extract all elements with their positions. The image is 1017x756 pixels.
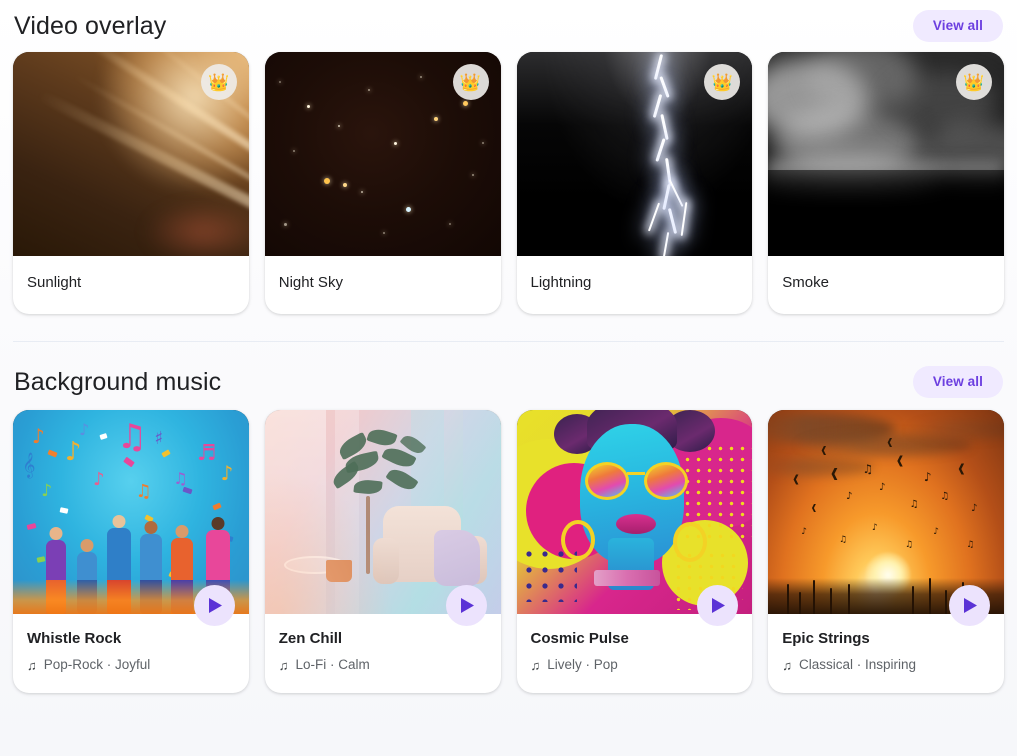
card-subtitle: ♫ Lively · Pop bbox=[531, 657, 739, 673]
card-subtitle: ♫ Lo-Fi · Calm bbox=[279, 657, 487, 673]
warm-light-haze bbox=[264, 471, 395, 614]
thumbnail-smoke: 👑 bbox=[768, 52, 1004, 256]
card-title: Sunlight bbox=[27, 274, 82, 291]
card-subtitle-text: Lo-Fi · Calm bbox=[295, 657, 370, 672]
card-title: Cosmic Pulse bbox=[530, 630, 629, 647]
view-all-background-music-button[interactable]: View all bbox=[912, 366, 1003, 398]
card-title: Epic Strings bbox=[782, 630, 870, 647]
music-note-icon: ♫ bbox=[27, 657, 37, 673]
thumbnail-whistle-rock: ♫ ♪ ♪ ♯ ♬ ♪ ♪ ♫ ♪ ♪ ♫ 𝄞 bbox=[13, 410, 249, 614]
thumbnail-night-sky: 👑 bbox=[264, 52, 501, 256]
card-meta: Cosmic Pulse ♫ Lively · Pop bbox=[517, 585, 753, 693]
media-library-page: Video overlay View all 👑 Sunlight 👑 Nigh… bbox=[0, 0, 1017, 756]
background-music-section-header: Background music View all bbox=[12, 354, 1005, 410]
dark-foreground bbox=[768, 170, 1004, 256]
party-illustration-artwork: ♫ ♪ ♪ ♯ ♬ ♪ ♪ ♫ ♪ ♪ ♫ 𝄞 bbox=[13, 410, 249, 614]
music-card-zen-chill[interactable]: Zen Chill ♫ Lo-Fi · Calm bbox=[264, 410, 501, 694]
card-title: Zen Chill bbox=[278, 630, 343, 647]
card-subtitle-text: Pop-Rock · Joyful bbox=[43, 657, 151, 672]
card-subtitle: ♫ Pop-Rock · Joyful bbox=[27, 657, 235, 673]
card-title: Night Sky bbox=[278, 274, 343, 291]
card-title: Lightning bbox=[530, 274, 592, 291]
music-note-icon: ♫ bbox=[530, 657, 541, 673]
crown-icon[interactable]: 👑 bbox=[452, 64, 489, 100]
crown-icon[interactable]: 👑 bbox=[956, 64, 992, 100]
music-card-whistle-rock[interactable]: ♫ ♪ ♪ ♯ ♬ ♪ ♪ ♫ ♪ ♪ ♫ 𝄞 Whistle Rock ♫ P… bbox=[13, 410, 249, 694]
play-icon[interactable] bbox=[949, 585, 990, 626]
card-meta: Smoke bbox=[768, 256, 1004, 314]
card-meta: Lightning bbox=[517, 256, 753, 314]
thumbnail-cosmic-pulse bbox=[516, 410, 753, 614]
music-note-icon: ♫ bbox=[278, 657, 289, 673]
page-title-video-overlay: Video overlay bbox=[14, 11, 167, 40]
thumbnail-zen-chill bbox=[264, 410, 501, 614]
play-icon[interactable] bbox=[445, 585, 487, 626]
video-overlay-card-grid: 👑 Sunlight 👑 Night Sky 👑 Lightning 👑 Smo… bbox=[12, 52, 1005, 314]
video-card-smoke[interactable]: 👑 Smoke bbox=[768, 52, 1004, 314]
card-title: Smoke bbox=[782, 274, 829, 291]
video-card-night-sky[interactable]: 👑 Night Sky bbox=[264, 52, 501, 314]
play-icon[interactable] bbox=[193, 585, 235, 626]
page-title-background-music: Background music bbox=[14, 367, 222, 396]
view-all-video-overlay-button[interactable]: View all bbox=[912, 10, 1003, 42]
card-subtitle-text: Classical · Inspiring bbox=[799, 657, 917, 672]
sunset-birds-artwork: ❰ ❰ ❰ ♪ ♫ ♪ ❰ ♫ ♪ ♫ ❰ ♪ ♪ ♫ ♪ ♫ ♪ ♫ ❰ ❰ bbox=[768, 410, 1004, 614]
thumbnail-sunlight: 👑 bbox=[13, 52, 249, 256]
music-note-icon: ♫ bbox=[782, 657, 792, 673]
pastel-room-artwork bbox=[264, 410, 501, 614]
card-meta: Epic Strings ♫ Classical · Inspiring bbox=[768, 585, 1004, 693]
section-divider bbox=[13, 341, 1004, 342]
warm-glow bbox=[142, 202, 249, 256]
card-subtitle: ♫ Classical · Inspiring bbox=[782, 657, 990, 673]
play-icon[interactable] bbox=[697, 585, 739, 626]
video-overlay-section-header: Video overlay View all bbox=[12, 0, 1005, 52]
video-card-lightning[interactable]: 👑 Lightning bbox=[516, 52, 753, 314]
thumbnail-epic-strings: ❰ ❰ ❰ ♪ ♫ ♪ ❰ ♫ ♪ ♫ ❰ ♪ ♪ ♫ ♪ ♫ ♪ ♫ ❰ ❰ bbox=[768, 410, 1004, 614]
thumbnail-lightning: 👑 bbox=[516, 52, 753, 256]
crown-icon[interactable]: 👑 bbox=[200, 64, 237, 100]
card-meta: Sunlight bbox=[13, 256, 249, 314]
background-music-card-grid: ♫ ♪ ♪ ♯ ♬ ♪ ♪ ♫ ♪ ♪ ♫ 𝄞 Whistle Rock ♫ P… bbox=[12, 410, 1005, 694]
video-card-sunlight[interactable]: 👑 Sunlight bbox=[13, 52, 249, 314]
card-meta: Zen Chill ♫ Lo-Fi · Calm bbox=[265, 585, 501, 693]
crown-icon[interactable]: 👑 bbox=[704, 64, 741, 100]
card-subtitle-text: Lively · Pop bbox=[547, 657, 618, 672]
card-title: Whistle Rock bbox=[27, 630, 122, 647]
card-meta: Night Sky bbox=[265, 256, 501, 314]
neon-pop-portrait-artwork bbox=[516, 410, 753, 614]
card-meta: Whistle Rock ♫ Pop-Rock · Joyful bbox=[13, 585, 249, 693]
music-card-cosmic-pulse[interactable]: Cosmic Pulse ♫ Lively · Pop bbox=[516, 410, 753, 694]
music-card-epic-strings[interactable]: ❰ ❰ ❰ ♪ ♫ ♪ ❰ ♫ ♪ ♫ ❰ ♪ ♪ ♫ ♪ ♫ ♪ ♫ ❰ ❰ … bbox=[768, 410, 1004, 694]
